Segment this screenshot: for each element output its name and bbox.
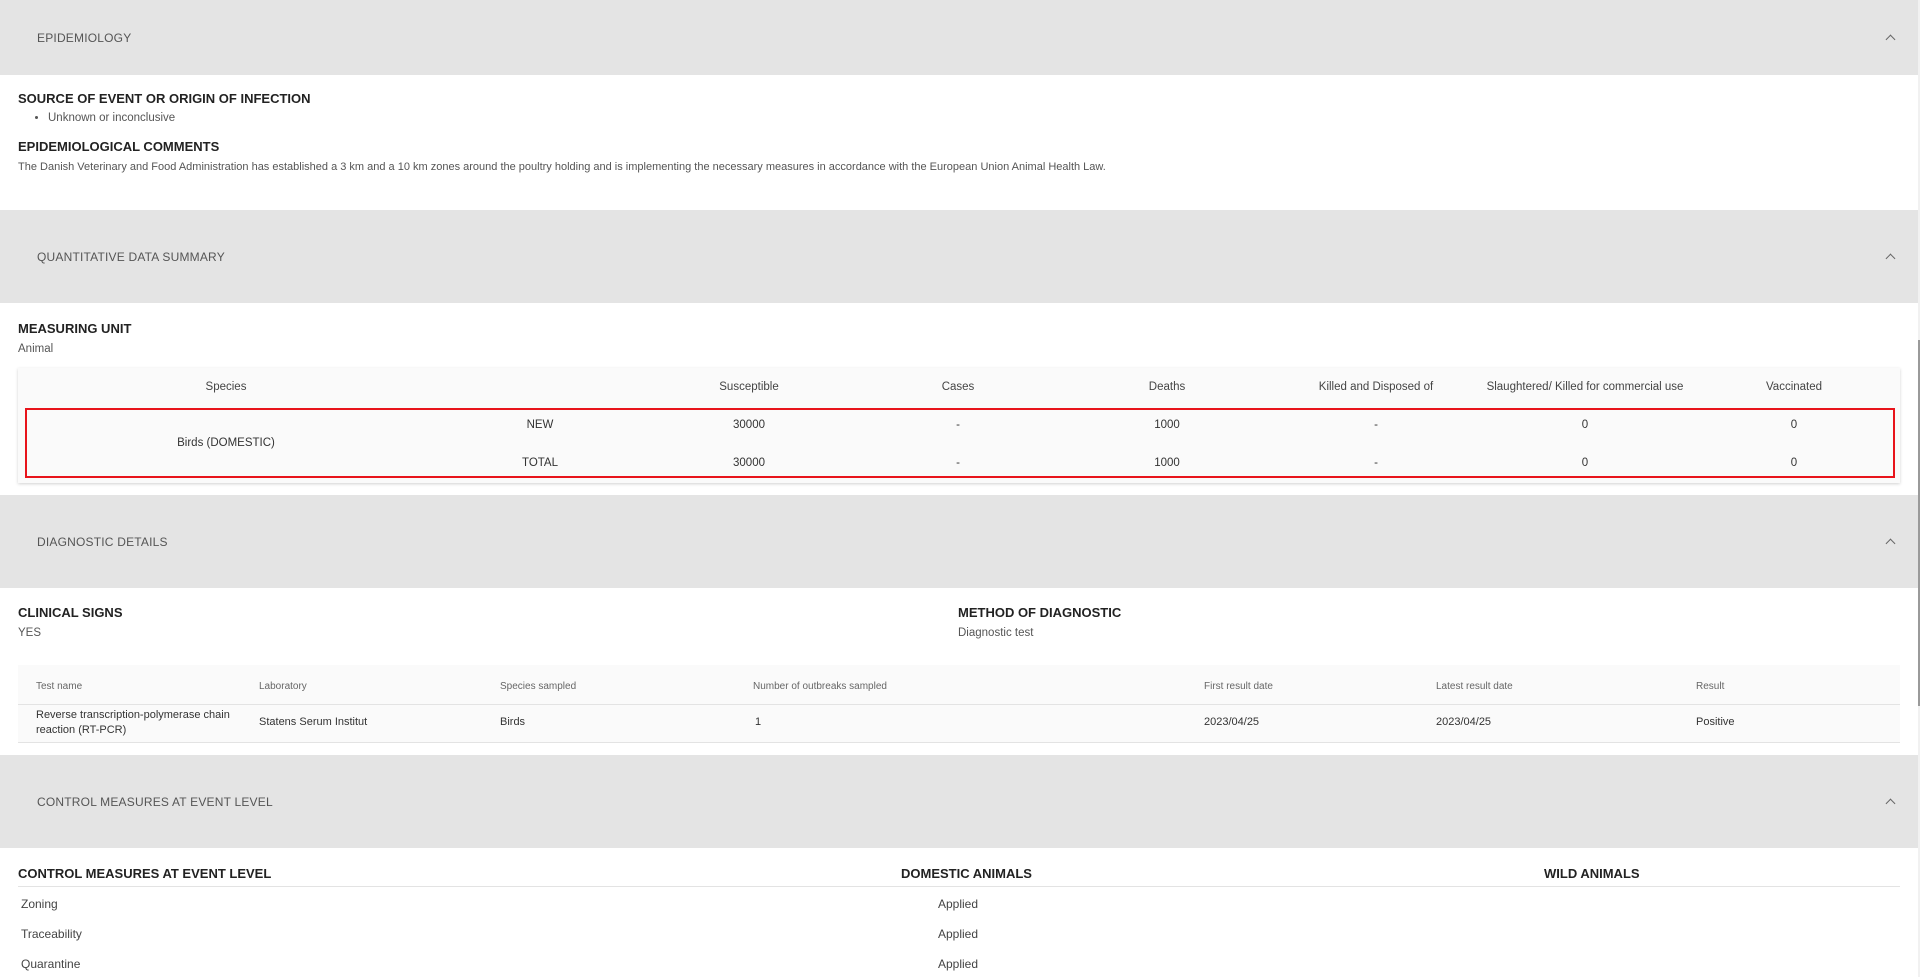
total-susceptible: 30000: [733, 457, 765, 469]
table-header-row: Test name Laboratory Species sampled Num…: [18, 665, 1900, 705]
total-vaccinated: 0: [1790, 457, 1798, 469]
section-title: CONTROL MEASURES AT EVENT LEVEL: [37, 794, 273, 809]
method-of-diagnostic-value: Diagnostic test: [958, 627, 1034, 639]
col-header-species: Species: [205, 381, 247, 393]
chevron-up-icon[interactable]: [1886, 537, 1896, 547]
section-title: QUANTITATIVE DATA SUMMARY: [37, 249, 225, 264]
report-page: EPIDEMIOLOGY SOURCE OF EVENT OR ORIGIN O…: [0, 0, 1918, 977]
clinical-signs-value: YES: [18, 627, 42, 639]
col-header-latest-result-date: Latest result date: [1436, 681, 1513, 692]
total-cases: -: [956, 457, 960, 469]
measuring-unit-value: Animal: [18, 343, 54, 355]
col-header-cases: Cases: [941, 381, 975, 393]
new-slaughtered: 0: [1581, 419, 1589, 431]
section-header-quantitative[interactable]: QUANTITATIVE DATA SUMMARY: [0, 210, 1918, 303]
col-header-vaccinated: Vaccinated: [1765, 381, 1823, 393]
measuring-unit-label: MEASURING UNIT: [18, 321, 132, 336]
col-header-control-measures: CONTROL MEASURES AT EVENT LEVEL: [18, 866, 272, 881]
col-header-susceptible: Susceptible: [719, 381, 779, 393]
domestic-quarantine: Applied: [938, 957, 979, 971]
chevron-up-icon[interactable]: [1886, 797, 1896, 807]
col-header-first-result-date: First result date: [1204, 681, 1273, 692]
section-header-diagnostic[interactable]: DIAGNOSTIC DETAILS: [0, 495, 1918, 588]
species-sampled-value: Birds: [500, 716, 526, 728]
latest-result-date-value: 2023/04/25: [1436, 716, 1492, 728]
chevron-up-icon[interactable]: [1886, 33, 1896, 43]
total-killed: -: [1374, 457, 1378, 469]
section-title: DIAGNOSTIC DETAILS: [37, 534, 168, 549]
new-vaccinated: 0: [1790, 419, 1798, 431]
epidemiological-comments-label: EPIDEMIOLOGICAL COMMENTS: [18, 139, 220, 154]
test-name-line1: Reverse transcription-polymerase chain: [36, 709, 230, 721]
measure-quarantine: Quarantine: [21, 957, 81, 971]
col-header-test-name: Test name: [36, 681, 83, 692]
col-header-killed: Killed and Disposed of: [1318, 381, 1434, 393]
epidemiological-comments-text: The Danish Veterinary and Food Administr…: [18, 161, 1106, 173]
section-title: EPIDEMIOLOGY: [37, 30, 132, 45]
col-header-wild-animals: WILD ANIMALS: [1544, 866, 1640, 881]
domestic-zoning: Applied: [938, 897, 979, 911]
source-of-event-list: Unknown or inconclusive: [48, 112, 175, 124]
row-type-total: TOTAL: [522, 457, 558, 469]
result-value: Positive: [1696, 716, 1735, 728]
method-of-diagnostic-label: METHOD OF DIAGNOSTIC: [958, 605, 1122, 620]
domestic-traceability: Applied: [938, 927, 979, 941]
list-item: Unknown or inconclusive: [48, 112, 175, 124]
laboratory-value: Statens Serum Institut: [259, 716, 368, 728]
diagnostic-table: Test name Laboratory Species sampled Num…: [18, 665, 1900, 743]
row-type-new: NEW: [526, 419, 554, 431]
section-header-control-measures[interactable]: CONTROL MEASURES AT EVENT LEVEL: [0, 755, 1918, 848]
col-header-slaughtered: Slaughtered/ Killed for commercial use: [1486, 381, 1684, 393]
test-name-line2: reaction (RT-PCR): [36, 724, 127, 736]
col-header-result: Result: [1696, 681, 1725, 692]
section-header-epidemiology[interactable]: EPIDEMIOLOGY: [0, 0, 1918, 75]
clinical-signs-label: CLINICAL SIGNS: [18, 605, 123, 620]
new-deaths: 1000: [1154, 419, 1180, 431]
outbreaks-sampled-value: 1: [755, 716, 762, 728]
col-header-laboratory: Laboratory: [259, 681, 307, 692]
source-of-event-label: SOURCE OF EVENT OR ORIGIN OF INFECTION: [18, 91, 311, 106]
col-header-outbreaks-sampled: Number of outbreaks sampled: [753, 681, 887, 692]
divider: [18, 886, 1900, 887]
first-result-date-value: 2023/04/25: [1204, 716, 1260, 728]
col-header-species-sampled: Species sampled: [500, 681, 577, 692]
col-header-domestic-animals: DOMESTIC ANIMALS: [901, 866, 1032, 881]
total-deaths: 1000: [1154, 457, 1180, 469]
new-killed: -: [1374, 419, 1378, 431]
measure-zoning: Zoning: [21, 897, 58, 911]
measure-traceability: Traceability: [21, 927, 82, 941]
total-slaughtered: 0: [1581, 457, 1589, 469]
new-cases: -: [956, 419, 960, 431]
chevron-up-icon[interactable]: [1886, 252, 1896, 262]
col-header-deaths: Deaths: [1148, 381, 1186, 393]
species-name: Birds (DOMESTIC): [177, 437, 275, 449]
new-susceptible: 30000: [733, 419, 765, 431]
